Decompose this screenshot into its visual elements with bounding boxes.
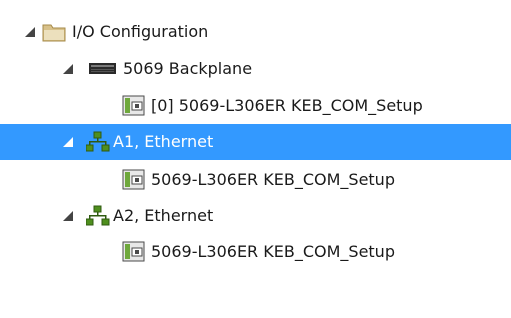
collapse-arrow-icon[interactable] — [63, 64, 73, 74]
tree-node-label: A2, Ethernet — [113, 206, 214, 225]
tree-node-a2-module[interactable]: 5069-L306ER KEB_COM_Setup — [0, 234, 511, 270]
tree-node-backplane[interactable]: 5069 Backplane — [0, 51, 511, 87]
tree-node-a1-module[interactable]: 5069-L306ER KEB_COM_Setup — [0, 162, 511, 198]
tree-node-a2-ethernet[interactable]: A2, Ethernet — [0, 198, 511, 234]
ethernet-network-icon — [85, 131, 110, 157]
collapse-arrow-icon[interactable] — [25, 27, 35, 37]
io-configuration-tree: I/O Configuration 5069 Backplane [0] 506… — [0, 0, 511, 318]
tree-node-label: 5069 Backplane — [123, 59, 253, 78]
ethernet-network-icon — [85, 205, 110, 231]
controller-module-icon — [122, 169, 148, 195]
tree-node-label: A1, Ethernet — [113, 132, 214, 151]
folder-icon — [42, 21, 68, 47]
tree-node-io-configuration[interactable]: I/O Configuration — [0, 14, 511, 50]
tree-node-a1-ethernet[interactable]: A1, Ethernet — [0, 124, 511, 160]
controller-module-icon — [122, 95, 148, 121]
collapse-arrow-icon[interactable] — [63, 211, 73, 221]
tree-node-label: 5069-L306ER KEB_COM_Setup — [151, 170, 395, 189]
tree-node-label: 5069-L306ER KEB_COM_Setup — [151, 242, 395, 261]
tree-node-backplane-module[interactable]: [0] 5069-L306ER KEB_COM_Setup — [0, 88, 511, 124]
tree-node-label: [0] 5069-L306ER KEB_COM_Setup — [151, 96, 423, 115]
tree-node-label: I/O Configuration — [72, 22, 209, 41]
backplane-icon — [88, 61, 118, 81]
collapse-arrow-icon[interactable] — [63, 137, 73, 147]
controller-module-icon — [122, 241, 148, 267]
